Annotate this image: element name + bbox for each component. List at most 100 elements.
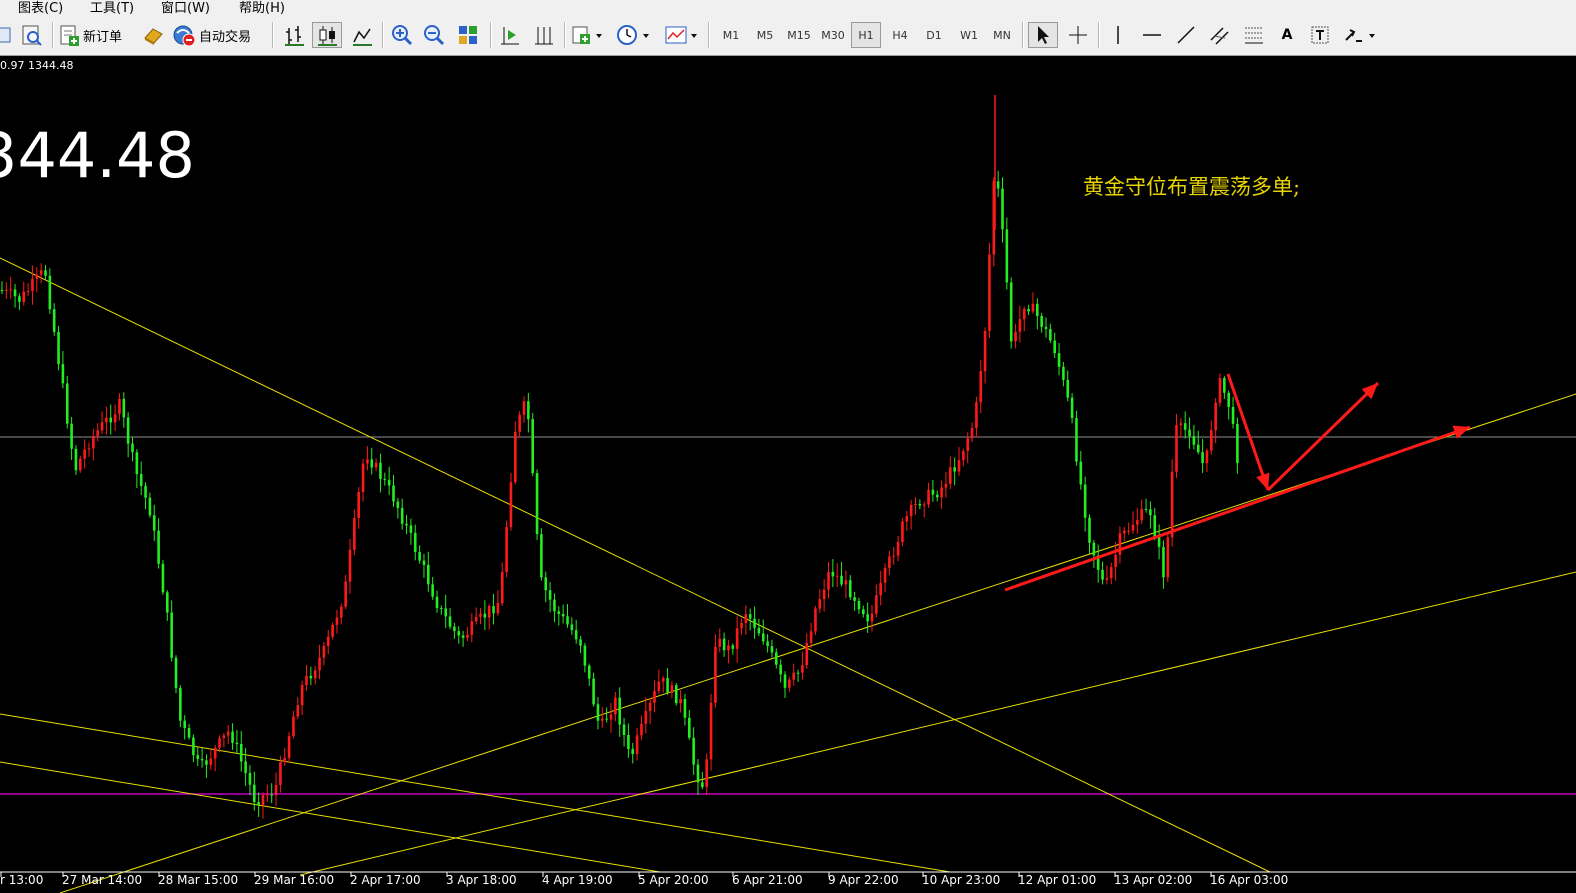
timeframe-m30[interactable]: M30: [817, 22, 849, 48]
candle-body: [261, 795, 265, 806]
timeframe-mn[interactable]: MN: [987, 22, 1017, 48]
indicators-dropdown-icon[interactable]: [570, 22, 606, 48]
candle-body: [609, 714, 613, 720]
bar-chart-icon[interactable]: [280, 22, 308, 48]
text-label-icon[interactable]: [1306, 22, 1334, 48]
profiles-icon[interactable]: [0, 22, 14, 48]
candle-body: [1057, 353, 1061, 367]
candle-body: [753, 618, 756, 628]
equidistant-channel-icon[interactable]: [1206, 22, 1234, 48]
candle-body: [1105, 578, 1109, 580]
candle-body: [735, 628, 739, 649]
candle-body: [348, 549, 352, 582]
candle-body: [65, 383, 69, 424]
vertical-line-icon[interactable]: [1104, 22, 1132, 48]
candle-body: [92, 436, 95, 449]
candle-body: [131, 443, 134, 453]
candle-body: [70, 423, 73, 449]
candle-body: [5, 289, 8, 291]
candle-body: [87, 448, 91, 450]
templates-dropdown-icon[interactable]: [662, 22, 702, 48]
cursor-icon[interactable]: [1028, 22, 1058, 48]
arrows-dropdown-icon[interactable]: [1340, 22, 1380, 48]
candle-body: [844, 580, 848, 585]
menu-bar: 图表(C) 工具(T) 窗口(W) 帮助(H): [0, 0, 1576, 14]
candle-body: [492, 606, 495, 614]
timeframe-h1[interactable]: H1: [851, 22, 881, 48]
auto-trading-button[interactable]: 自动交易: [172, 22, 266, 48]
candle-body: [583, 645, 587, 666]
timeframe-m15[interactable]: M15: [783, 22, 815, 48]
candle-body: [640, 723, 643, 736]
periods-dropdown-icon[interactable]: [614, 22, 654, 48]
candle-body: [827, 571, 830, 590]
data-window-icon[interactable]: [18, 22, 44, 48]
candle-body: [1062, 366, 1065, 380]
timeframe-m5[interactable]: M5: [750, 22, 780, 48]
chart-shift-icon[interactable]: [530, 22, 558, 48]
candle-body: [901, 521, 904, 543]
candlestick-chart-icon[interactable]: [312, 22, 342, 48]
candle-body: [540, 534, 543, 578]
candle-body: [18, 296, 21, 302]
fibonacci-icon[interactable]: [1240, 22, 1268, 48]
candle-body: [109, 417, 113, 423]
candle-body: [805, 643, 809, 666]
timeframe-h4[interactable]: H4: [885, 22, 915, 48]
menu-help[interactable]: 帮助(H): [239, 0, 285, 14]
timeframe-w1[interactable]: W1: [953, 22, 985, 48]
time-axis-label: 6 Apr 21:00: [732, 873, 803, 887]
auto-scroll-icon[interactable]: [496, 22, 524, 48]
candle-body: [422, 560, 426, 565]
candle-body: [479, 613, 482, 617]
candle-body: [927, 489, 930, 505]
menu-chart[interactable]: 图表(C): [18, 0, 63, 14]
candle-body: [305, 675, 308, 686]
zoom-in-icon[interactable]: [388, 22, 416, 48]
candle-body: [144, 485, 147, 498]
candle-body: [83, 449, 86, 459]
candle-body: [1031, 303, 1035, 312]
candle-body: [1022, 308, 1026, 320]
candle-body: [313, 670, 317, 679]
text-tool-button[interactable]: A: [1274, 22, 1300, 48]
menu-window[interactable]: 窗口(W): [161, 0, 210, 14]
candle-body: [374, 462, 378, 468]
candle-body: [596, 704, 600, 721]
trendline-icon[interactable]: [1172, 22, 1200, 48]
candle-body: [988, 254, 991, 331]
time-axis-label: 28 Mar 15:00: [158, 873, 238, 887]
time-axis-label: 4 Apr 19:00: [542, 873, 613, 887]
candle-body: [666, 678, 669, 693]
candle-body: [31, 278, 34, 292]
metaeditor-icon[interactable]: [140, 22, 166, 48]
new-order-button[interactable]: 新订单: [58, 22, 134, 48]
crosshair-icon[interactable]: [1064, 22, 1092, 48]
candle-body: [748, 614, 752, 619]
price-chart[interactable]: 0.97 1344.48 344.48 黄金守位布置震荡多单; r 13:00 2…: [0, 57, 1576, 893]
candle-body: [26, 291, 30, 293]
tile-windows-icon[interactable]: [454, 22, 482, 48]
candle-body: [644, 710, 648, 724]
candle-body: [635, 735, 639, 754]
candle-body: [231, 731, 234, 743]
chart-canvas[interactable]: 0.97 1344.48 344.48 黄金守位布置震荡多单; r 13:00 2…: [0, 57, 1576, 893]
candle-body: [218, 738, 221, 748]
candle-body: [657, 681, 661, 692]
candle-body: [192, 737, 195, 756]
timeframe-d1[interactable]: D1: [919, 22, 949, 48]
candle-body: [944, 483, 948, 488]
candle-body: [248, 773, 252, 785]
menu-tools[interactable]: 工具(T): [90, 0, 134, 14]
candle-body: [418, 552, 421, 561]
candle-body: [96, 430, 99, 437]
zoom-out-icon[interactable]: [420, 22, 448, 48]
horizontal-line-icon[interactable]: [1138, 22, 1166, 48]
candle-body: [322, 645, 326, 658]
line-chart-icon[interactable]: [348, 22, 376, 48]
trend-line-3: [299, 571, 1576, 876]
time-axis-label: 16 Apr 03:00: [1210, 873, 1288, 887]
candle-body: [183, 720, 186, 728]
candle-body: [1162, 546, 1165, 578]
timeframe-m1[interactable]: M1: [716, 22, 746, 48]
